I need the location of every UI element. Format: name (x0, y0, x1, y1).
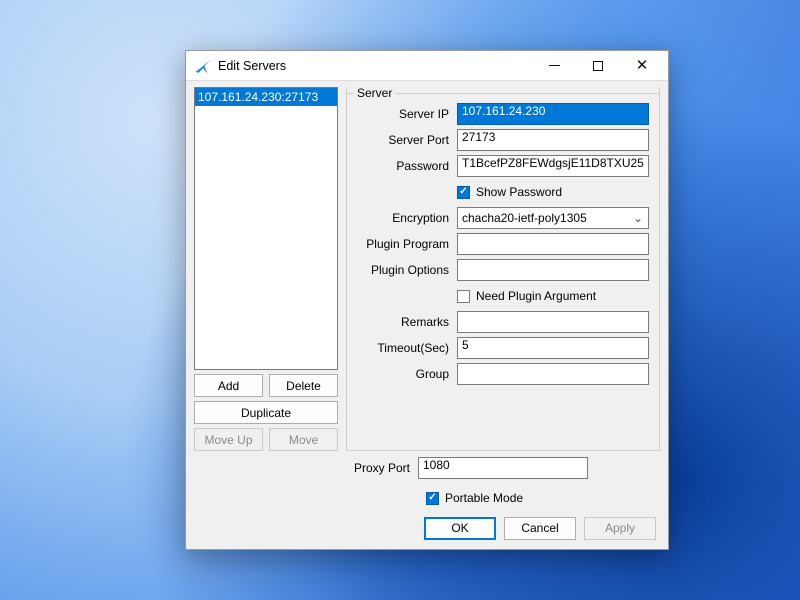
server-port-input[interactable]: 27173 (457, 129, 649, 151)
server-port-label: Server Port (357, 133, 457, 147)
upper-pane: 107.161.24.230:27173 Add Delete Duplicat… (194, 87, 660, 451)
encryption-select[interactable]: chacha20-ietf-poly1305 ⌄ (457, 207, 649, 229)
add-button[interactable]: Add (194, 374, 263, 397)
window-title: Edit Servers (218, 59, 532, 73)
duplicate-button[interactable]: Duplicate (194, 401, 338, 424)
show-password-checkbox[interactable] (457, 186, 470, 199)
remarks-label: Remarks (357, 315, 457, 329)
timeout-label: Timeout(Sec) (357, 341, 457, 355)
move-up-button: Move Up (194, 428, 263, 451)
need-plugin-arg-label: Need Plugin Argument (476, 289, 596, 303)
titlebar: Edit Servers ✕ (186, 51, 668, 81)
list-item[interactable]: 107.161.24.230:27173 (195, 88, 337, 106)
close-button[interactable]: ✕ (620, 51, 664, 81)
minimize-button[interactable] (532, 51, 576, 81)
close-icon: ✕ (636, 58, 649, 73)
proxy-port-label: Proxy Port (346, 461, 418, 475)
password-input[interactable]: T1BcefPZ8FEWdgsjE11D8TXU25 (457, 155, 649, 177)
group-field-label: Group (357, 367, 457, 381)
server-ip-label: Server IP (357, 107, 457, 121)
portable-mode-label: Portable Mode (445, 491, 523, 505)
groupbox-legend: Server (353, 86, 396, 100)
plugin-options-input[interactable] (457, 259, 649, 281)
left-column: 107.161.24.230:27173 Add Delete Duplicat… (194, 87, 338, 451)
ok-button[interactable]: OK (424, 517, 496, 540)
server-ip-input[interactable]: 107.161.24.230 (457, 103, 649, 125)
client-area: 107.161.24.230:27173 Add Delete Duplicat… (186, 81, 668, 549)
group-field-input[interactable] (457, 363, 649, 385)
minimize-icon (549, 65, 560, 66)
apply-button: Apply (584, 517, 656, 540)
lower-pane: Proxy Port 1080 Portable Mode OK Cancel … (194, 455, 660, 541)
plugin-options-label: Plugin Options (357, 263, 457, 277)
edit-servers-window: Edit Servers ✕ 107.161.24.230:27173 Add … (185, 50, 669, 550)
plugin-program-label: Plugin Program (357, 237, 457, 251)
cancel-button[interactable]: Cancel (504, 517, 576, 540)
move-down-button: Move (269, 428, 338, 451)
server-groupbox: Server Server IP 107.161.24.230 Server P… (346, 87, 660, 451)
delete-button[interactable]: Delete (269, 374, 338, 397)
remarks-input[interactable] (457, 311, 649, 333)
need-plugin-arg-checkbox[interactable] (457, 290, 470, 303)
proxy-port-input[interactable]: 1080 (418, 457, 588, 479)
show-password-label: Show Password (476, 185, 562, 199)
encryption-value: chacha20-ietf-poly1305 (462, 211, 587, 225)
plugin-program-input[interactable] (457, 233, 649, 255)
encryption-label: Encryption (357, 211, 457, 225)
maximize-button[interactable] (576, 51, 620, 81)
password-label: Password (357, 159, 457, 173)
portable-mode-checkbox[interactable] (426, 492, 439, 505)
servers-listbox[interactable]: 107.161.24.230:27173 (194, 87, 338, 370)
chevron-down-icon: ⌄ (630, 211, 646, 225)
maximize-icon (593, 61, 603, 71)
timeout-input[interactable]: 5 (457, 337, 649, 359)
app-icon (194, 57, 212, 75)
right-column: Server Server IP 107.161.24.230 Server P… (346, 87, 660, 451)
